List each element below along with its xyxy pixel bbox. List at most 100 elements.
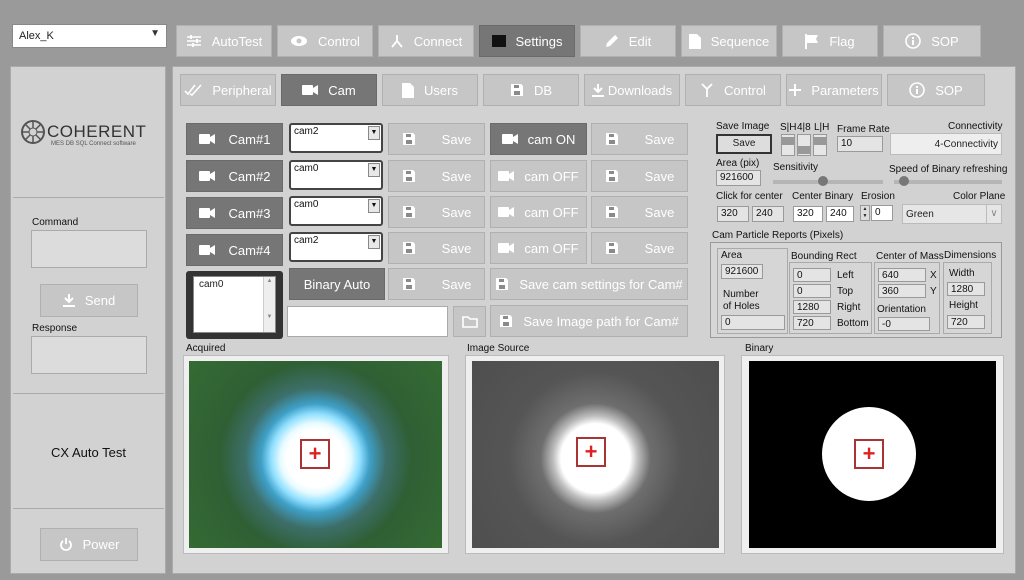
cam2-select[interactable]: cam0 ▼ [289, 160, 383, 190]
cam1-state-button[interactable]: cam ON [490, 123, 587, 155]
sensitivity-slider-thumb[interactable] [818, 176, 828, 186]
color-plane-label: Color Plane [953, 191, 1006, 202]
tab-autotest[interactable]: AutoTest [176, 25, 272, 57]
click-center-x[interactable]: 320 [717, 206, 749, 222]
tab-control[interactable]: Control [277, 25, 373, 57]
cam1-save2-label: Save [644, 131, 675, 147]
binary-image[interactable]: + [749, 361, 996, 548]
cam3-state-button[interactable]: cam OFF [490, 196, 587, 228]
cam2-button[interactable]: Cam#2 [186, 160, 283, 192]
save-image-path-button[interactable]: Save Image path for Cam# [490, 305, 688, 337]
erosion-stepper[interactable]: ▲ ▼ [860, 205, 870, 221]
lh-label: L|H [814, 122, 830, 133]
connectivity-field[interactable]: 4-Connectivity [890, 133, 1002, 155]
tab-connect-label: Connect [413, 33, 463, 49]
command-field[interactable] [31, 230, 147, 268]
cam2-state-button[interactable]: cam OFF [490, 160, 587, 192]
cam3-button[interactable]: Cam#3 [186, 197, 283, 229]
lh-switch[interactable] [813, 134, 827, 156]
camera-icon [199, 244, 215, 256]
acquired-image[interactable]: + [189, 361, 442, 548]
center-binary-y[interactable]: 240 [826, 206, 854, 222]
save-cam-settings-button[interactable]: Save cam settings for Cam# [490, 268, 688, 300]
save-image-button[interactable]: Save [716, 134, 772, 154]
tab-connect[interactable]: Connect [378, 25, 474, 57]
cam4-state-label: cam OFF [524, 240, 579, 256]
tab-edit[interactable]: Edit [580, 25, 676, 57]
frame-rate-field[interactable]: 10 [837, 136, 883, 152]
chevron-down-icon[interactable]: ▼ [368, 235, 380, 249]
subtab-db[interactable]: DB [483, 74, 579, 106]
subtab-control[interactable]: Control [685, 74, 781, 106]
image-source-image[interactable]: + [472, 361, 719, 548]
dimensions-label: Dimensions [944, 250, 997, 261]
cam2-save-button[interactable]: Save [388, 160, 485, 192]
cam3-save2-button[interactable]: Save [591, 196, 688, 228]
binary-save-button[interactable]: Save [388, 268, 485, 300]
cam-list[interactable]: cam0 ▲ ▼ [193, 276, 276, 333]
com-x-field: 640 [878, 268, 926, 282]
cam1-label: Cam#1 [228, 131, 271, 147]
crosshair-icon: + [854, 439, 884, 469]
click-center-y[interactable]: 240 [752, 206, 784, 222]
tab-sop-label: SOP [931, 33, 959, 49]
cam4-button[interactable]: Cam#4 [186, 234, 283, 266]
power-button-label: Power [82, 537, 120, 552]
send-button[interactable]: Send [40, 284, 138, 317]
sh-switch[interactable] [781, 134, 795, 156]
cam4-select[interactable]: cam2 ▼ [289, 232, 383, 262]
tab-sequence-label: Sequence [710, 33, 770, 49]
logo-subtext: MES DB SQL Connect software [51, 141, 136, 147]
save-icon [499, 314, 513, 328]
tab-sequence[interactable]: Sequence [681, 25, 777, 57]
cam4-save2-button[interactable]: Save [591, 232, 688, 264]
cam1-save-button[interactable]: Save [388, 123, 485, 155]
response-field[interactable] [31, 336, 147, 374]
cam4-state-button[interactable]: cam OFF [490, 232, 587, 264]
logo-text: COHERENT [47, 122, 147, 141]
tab-settings[interactable]: Settings [479, 25, 575, 57]
info-icon [905, 33, 922, 49]
48-switch[interactable] [797, 134, 811, 156]
subtab-peripheral[interactable]: Peripheral [180, 74, 276, 106]
save-icon [605, 205, 619, 219]
cam-list-item[interactable]: cam0 [199, 279, 223, 290]
browse-folder-button[interactable] [453, 306, 486, 337]
cam2-save2-button[interactable]: Save [591, 160, 688, 192]
subtab-users[interactable]: Users [382, 74, 478, 106]
color-plane-select[interactable]: Green ∨ [902, 204, 1002, 224]
user-select[interactable]: Alex_K ▼ [12, 24, 167, 48]
subtab-sop[interactable]: SOP [887, 74, 985, 106]
cam-list-scrollbar[interactable]: ▲ ▼ [263, 277, 275, 332]
speed-slider[interactable] [894, 176, 1002, 186]
tab-autotest-label: AutoTest [211, 33, 263, 49]
power-button[interactable]: Power [40, 528, 138, 561]
cam1-save2-button[interactable]: Save [591, 123, 688, 155]
camera-icon [498, 206, 514, 218]
tab-flag[interactable]: Flag [782, 25, 878, 57]
save-icon [402, 205, 416, 219]
binary-auto-button[interactable]: Binary Auto [289, 268, 385, 300]
tab-sop[interactable]: SOP [883, 25, 981, 57]
image-path-input[interactable] [287, 306, 448, 337]
response-label: Response [32, 323, 78, 334]
subtab-downloads[interactable]: Downloads [584, 74, 680, 106]
center-binary-x[interactable]: 320 [793, 206, 823, 222]
sensitivity-slider[interactable] [773, 176, 883, 186]
chevron-down-icon[interactable]: ∨ [986, 205, 1001, 223]
image-source-label: Image Source [467, 343, 530, 354]
chevron-down-icon[interactable]: ▼ [368, 163, 380, 177]
chevron-down-icon[interactable]: ▼ [368, 199, 380, 213]
cam1-select-value: cam2 [294, 126, 319, 137]
cam3-save-button[interactable]: Save [388, 196, 485, 228]
cam3-select[interactable]: cam0 ▼ [289, 196, 383, 226]
cam1-button[interactable]: Cam#1 [186, 123, 283, 155]
erosion-field[interactable]: 0 [871, 205, 893, 221]
subtab-cam[interactable]: Cam [281, 74, 377, 106]
speed-label: Speed of Binary refreshing [889, 164, 1008, 175]
cam1-select[interactable]: cam2 ▼ [289, 123, 383, 153]
subtab-parameters[interactable]: Parameters [786, 74, 882, 106]
chevron-down-icon[interactable]: ▼ [368, 126, 380, 140]
cam4-save-button[interactable]: Save [388, 232, 485, 264]
speed-slider-thumb[interactable] [899, 176, 909, 186]
